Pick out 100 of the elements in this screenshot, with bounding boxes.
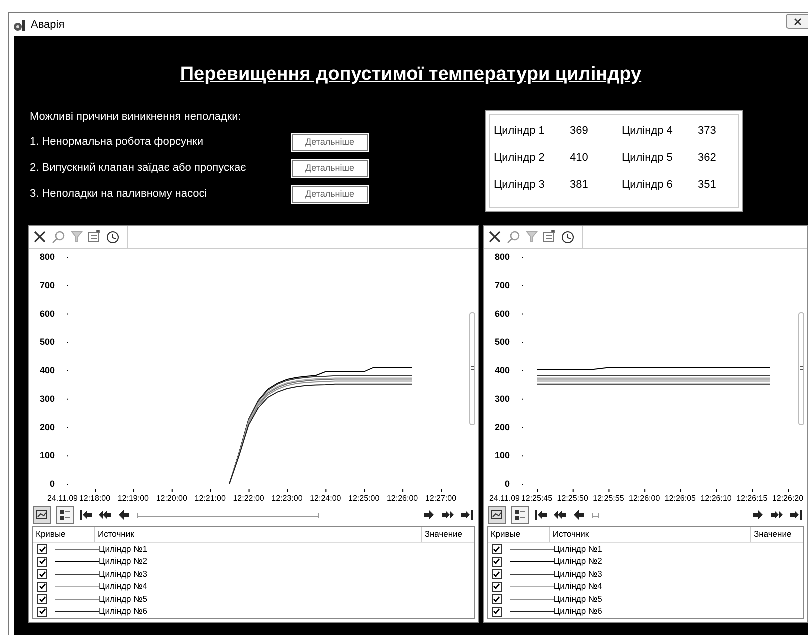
search-icon[interactable] <box>52 230 66 244</box>
table-view-button[interactable] <box>510 506 529 524</box>
axis-label: 100 <box>40 450 55 460</box>
axis-label: 12:26:15 <box>736 494 768 502</box>
double-arrow-left-icon[interactable] <box>552 509 567 522</box>
search-icon[interactable] <box>506 230 521 244</box>
column-header[interactable]: Кривые <box>488 527 550 542</box>
table-view-button[interactable] <box>56 506 74 524</box>
axis-label: 12:25:50 <box>557 494 588 502</box>
cylinder-value: 362 <box>698 152 718 164</box>
axis-label: 0 <box>504 478 510 488</box>
axis-label: 12:25:45 <box>521 494 552 502</box>
curve-name: Циліндр №3 <box>99 568 148 580</box>
axis-label: 300 <box>494 393 510 404</box>
clock-icon[interactable] <box>106 230 120 244</box>
table-icon <box>59 509 71 522</box>
skip-forward-icon[interactable] <box>789 509 803 522</box>
curve-name: Циліндр №4 <box>99 581 148 592</box>
cylinder-value: 373 <box>698 124 718 136</box>
axis-label: 24.11.09 <box>489 494 520 502</box>
scrollbar[interactable] <box>470 312 476 425</box>
cause-text: 3. Неполадки на паливному насосі <box>30 188 208 200</box>
axis-label: 12:20:00 <box>156 494 188 502</box>
axis-label: 12:26:05 <box>664 494 696 502</box>
checkbox[interactable] <box>492 594 502 604</box>
causes-title: Можливі причини виникнення неполадки: <box>30 110 242 124</box>
details-button[interactable]: Детальніше <box>292 134 368 150</box>
column-header[interactable]: Кривые <box>33 527 95 542</box>
arrow-right-icon[interactable] <box>751 509 765 522</box>
skip-back-icon[interactable] <box>534 509 548 522</box>
axis-label: 200 <box>494 422 510 432</box>
column-header[interactable]: Значение <box>751 527 803 542</box>
axis-label: 200 <box>40 422 55 432</box>
axis-label: 600 <box>40 308 55 318</box>
chart-view-button[interactable] <box>488 506 506 524</box>
checkbox[interactable] <box>492 569 502 580</box>
curve-name: Циліндр №6 <box>554 606 602 618</box>
axis-label: 300 <box>40 393 55 404</box>
scrollbar[interactable] <box>798 312 804 425</box>
cross-icon[interactable] <box>33 230 47 244</box>
column-header[interactable]: Источник <box>550 527 751 542</box>
checkbox[interactable] <box>492 582 502 592</box>
chart-view-button[interactable] <box>33 506 51 524</box>
chart-icon <box>36 509 48 522</box>
cause-text: 2. Випускний клапан заїдає або пропускає <box>30 162 248 174</box>
axis-label: 100 <box>494 450 510 460</box>
scrollbar[interactable] <box>590 511 601 520</box>
column-header[interactable]: Источник <box>95 527 422 542</box>
app-icon <box>13 18 27 32</box>
axis-label: 700 <box>40 280 55 290</box>
checkbox[interactable] <box>37 606 47 617</box>
axis-label: 12:23:00 <box>272 494 303 502</box>
double-arrow-left-icon[interactable] <box>98 509 112 522</box>
curve-name: Циліндр №4 <box>554 581 602 592</box>
chart-icon <box>490 509 503 522</box>
axis-label: 500 <box>494 336 510 347</box>
cylinder-name: Циліндр 2 <box>494 152 546 164</box>
cylinder-name: Циліндр 1 <box>494 124 546 136</box>
checkbox[interactable] <box>37 582 47 592</box>
axis-label: 12:26:10 <box>700 494 732 502</box>
checkbox[interactable] <box>37 594 47 604</box>
skip-forward-icon[interactable] <box>460 509 474 522</box>
details-button[interactable]: Детальніше <box>292 186 368 202</box>
cross-icon[interactable] <box>488 230 502 244</box>
list-icon[interactable] <box>88 230 101 244</box>
checkbox[interactable] <box>37 544 47 554</box>
cylinder-name: Циліндр 4 <box>622 124 674 136</box>
axis-label: 12:25:55 <box>593 494 624 502</box>
scrollbar[interactable] <box>136 511 321 520</box>
arrow-left-icon[interactable] <box>117 509 131 522</box>
curve-name: Циліндр №5 <box>554 594 602 605</box>
axis-label: 0 <box>50 478 55 488</box>
axis-label: 800 <box>40 252 55 262</box>
column-header[interactable]: Значение <box>422 527 474 542</box>
checkbox[interactable] <box>37 556 47 567</box>
checkbox[interactable] <box>492 556 502 567</box>
heading: Перевищення допустимої температури циліндру <box>180 64 642 86</box>
details-button[interactable]: Детальніше <box>292 160 368 176</box>
close-button[interactable] <box>786 14 808 29</box>
double-arrow-right-icon[interactable] <box>770 509 784 522</box>
axis-label: 12:25:00 <box>348 494 380 502</box>
axis-label: 12:19:00 <box>118 494 150 502</box>
axis-label: 24.11.09 <box>47 494 78 502</box>
close-icon <box>794 18 802 26</box>
clock-icon[interactable] <box>560 230 575 244</box>
arrow-left-icon[interactable] <box>572 509 586 522</box>
arrow-right-icon[interactable] <box>422 509 436 522</box>
curve-name: Циліндр №2 <box>99 556 148 568</box>
list-icon[interactable] <box>542 230 556 244</box>
checkbox[interactable] <box>37 569 47 580</box>
axis-label: 600 <box>494 308 510 318</box>
curve-name: Циліндр №5 <box>99 594 148 605</box>
skip-back-icon[interactable] <box>79 509 93 522</box>
checkbox[interactable] <box>492 606 502 617</box>
cause-text: 1. Ненормальна робота форсунки <box>30 136 204 148</box>
double-arrow-right-icon[interactable] <box>440 509 455 522</box>
cylinder-name: Циліндр 6 <box>622 178 674 190</box>
axis-label: 400 <box>40 365 55 375</box>
checkbox[interactable] <box>492 544 502 554</box>
cylinder-name: Циліндр 3 <box>494 178 546 190</box>
